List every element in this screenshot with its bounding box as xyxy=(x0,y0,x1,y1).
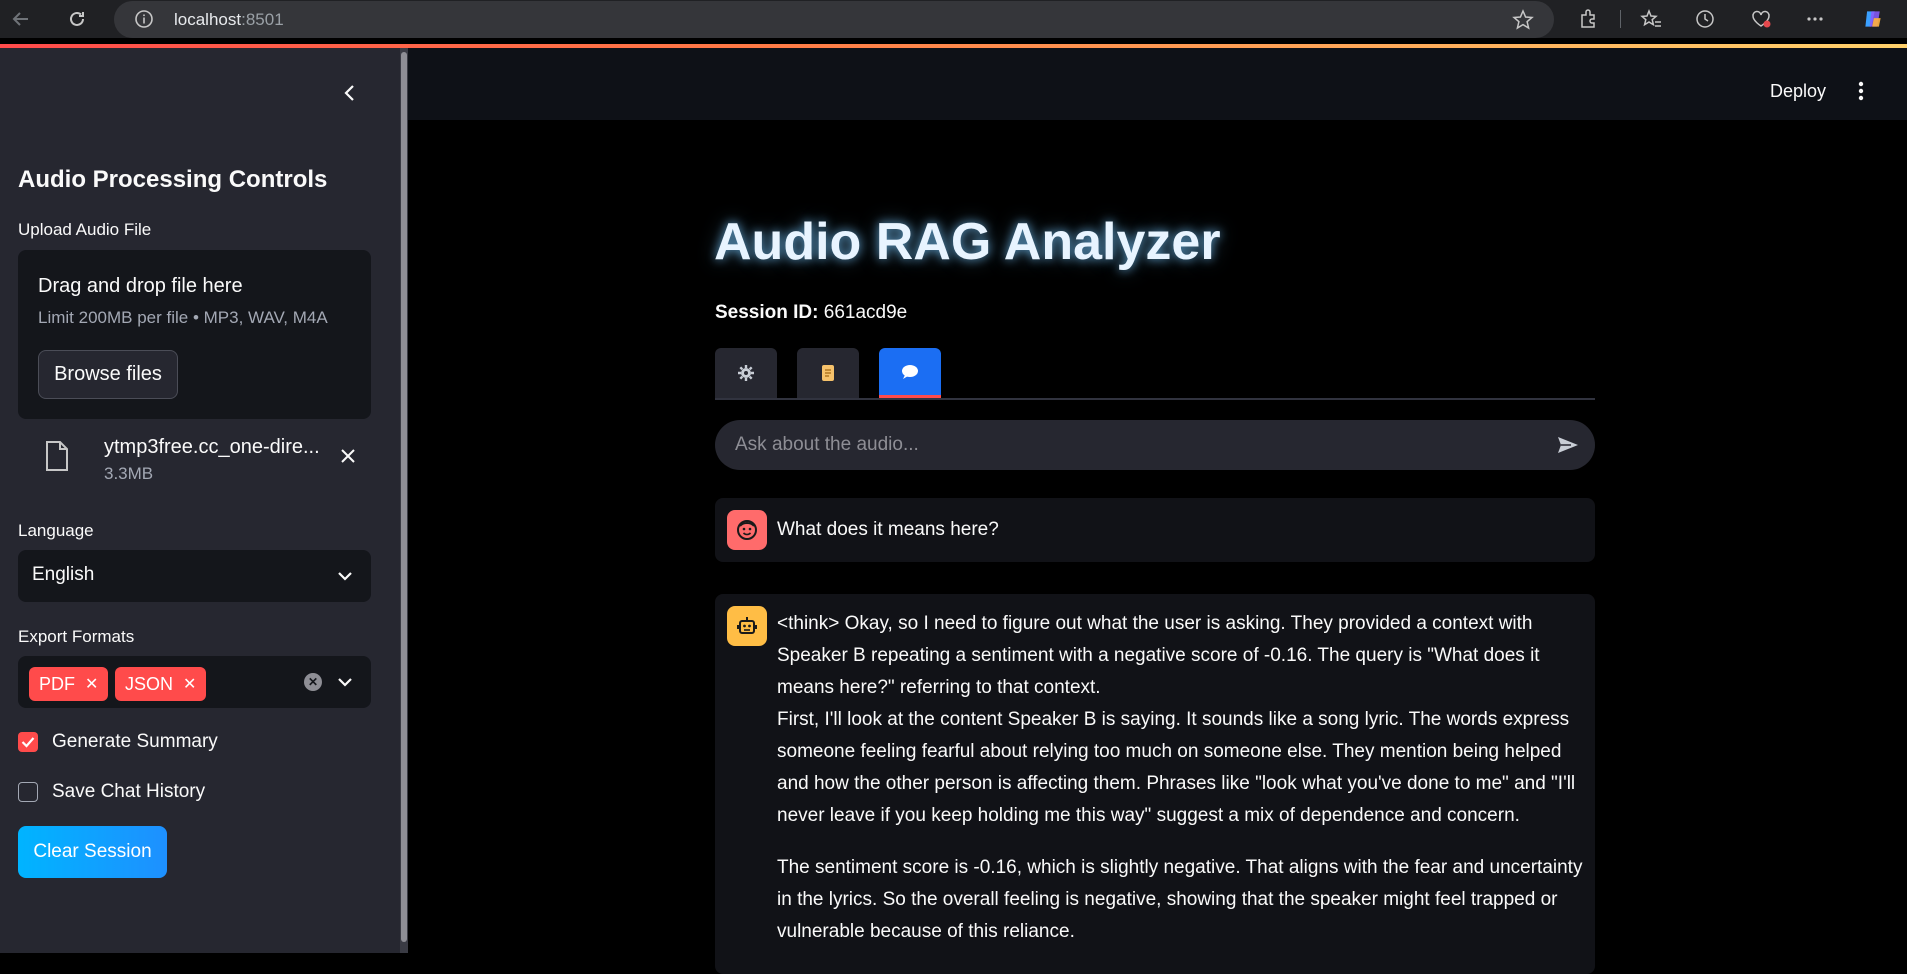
language-label: Language xyxy=(18,521,94,540)
tab-transcript[interactable] xyxy=(797,348,859,398)
reload-icon[interactable] xyxy=(66,8,88,30)
language-select[interactable]: English xyxy=(18,550,371,602)
chat-input[interactable] xyxy=(735,430,1535,460)
message-paragraph: The sentiment score is -0.16, which is s… xyxy=(777,857,1583,942)
speech-bubble-icon xyxy=(902,364,918,379)
browser-toolbar: localhost:8501 xyxy=(0,0,1907,38)
session-value: 661acd9e xyxy=(823,302,908,323)
file-dropzone[interactable]: Drag and drop file here Limit 200MB per … xyxy=(18,250,371,419)
tag-label: PDF xyxy=(39,673,75,694)
sidebar-scrollbar[interactable] xyxy=(400,48,408,953)
clear-session-button[interactable]: Clear Session xyxy=(18,826,167,878)
save-history-label: Save Chat History xyxy=(52,781,206,802)
send-icon xyxy=(1558,437,1578,453)
file-icon xyxy=(44,440,70,472)
more-icon[interactable] xyxy=(1804,8,1826,30)
language-value: English xyxy=(32,564,95,585)
deploy-button[interactable]: Deploy xyxy=(1770,81,1826,102)
site-info-icon[interactable] xyxy=(134,9,154,29)
uploaded-file: ytmp3free.cc_one-dire... 3.3MB xyxy=(18,430,371,490)
save-history-checkbox[interactable]: Save Chat History xyxy=(18,779,205,805)
chevron-down-icon xyxy=(334,565,356,587)
health-heart-icon[interactable] xyxy=(1750,8,1772,30)
message-paragraph: What does it means here? xyxy=(777,519,999,540)
message-paragraph: <think> Okay, so I need to figure out wh… xyxy=(777,613,1540,698)
tab-bar xyxy=(715,348,1595,400)
remove-tag-icon[interactable]: ✕ xyxy=(85,674,98,694)
message-paragraph: First, I'll look at the content Speaker … xyxy=(777,709,1576,826)
favorite-star-icon[interactable] xyxy=(1512,9,1534,31)
tab-chat[interactable] xyxy=(879,348,941,398)
scroll-icon xyxy=(822,365,834,381)
url-text[interactable]: localhost:8501 xyxy=(174,10,284,30)
session-label: Session ID: xyxy=(715,302,819,323)
file-size: 3.3MB xyxy=(104,464,154,483)
send-button[interactable] xyxy=(1555,433,1581,457)
clear-all-icon[interactable]: ✕ xyxy=(304,673,322,691)
generate-summary-label: Generate Summary xyxy=(52,731,218,752)
assistant-message-text: <think> Okay, so I need to figure out wh… xyxy=(777,608,1583,948)
remove-tag-icon[interactable]: ✕ xyxy=(183,674,196,694)
scrollbar-thumb[interactable] xyxy=(401,52,407,942)
checkbox-checked[interactable] xyxy=(18,732,38,752)
page-title: Audio RAG Analyzer xyxy=(714,213,1221,271)
dropzone-limits: Limit 200MB per file • MP3, WAV, M4A xyxy=(38,308,328,327)
main-menu-icon[interactable] xyxy=(1850,78,1872,104)
history-icon[interactable] xyxy=(1694,8,1716,30)
dropzone-title: Drag and drop file here xyxy=(38,275,243,297)
extensions-icon[interactable] xyxy=(1578,8,1600,30)
remove-file-button[interactable] xyxy=(336,444,360,468)
user-message-text: What does it means here? xyxy=(777,514,1583,546)
file-name: ytmp3free.cc_one-dire... xyxy=(104,436,320,458)
user-message: What does it means here? xyxy=(715,498,1595,562)
app-header xyxy=(408,48,1907,120)
tab-settings[interactable] xyxy=(715,348,777,398)
tag-label: JSON xyxy=(125,673,174,694)
user-avatar-icon xyxy=(727,510,767,550)
checkbox-unchecked[interactable] xyxy=(18,782,38,802)
collapse-sidebar-button[interactable] xyxy=(339,82,361,104)
copilot-icon[interactable] xyxy=(1862,8,1884,30)
address-bar[interactable]: localhost:8501 xyxy=(114,1,1554,38)
back-icon[interactable] xyxy=(10,8,32,30)
upload-label: Upload Audio File xyxy=(18,220,152,239)
export-tag-pdf[interactable]: PDF ✕ xyxy=(29,667,109,701)
sidebar-title: Audio Processing Controls xyxy=(18,166,328,193)
chat-input-box[interactable] xyxy=(715,420,1595,470)
session-id: Session ID: 661acd9e xyxy=(715,302,907,324)
checkmark-icon xyxy=(21,737,35,748)
export-formats-multiselect[interactable]: PDF ✕ JSON ✕ ✕ xyxy=(18,656,371,708)
generate-summary-checkbox[interactable]: Generate Summary xyxy=(18,729,218,755)
chevron-down-icon[interactable] xyxy=(334,671,356,693)
close-icon xyxy=(341,449,355,463)
chevron-left-icon xyxy=(344,85,354,101)
robot-avatar-icon xyxy=(727,606,767,646)
export-tag-json[interactable]: JSON ✕ xyxy=(115,667,207,701)
export-label: Export Formats xyxy=(18,627,135,646)
favorites-icon[interactable] xyxy=(1640,8,1662,30)
gear-icon xyxy=(738,365,754,381)
browse-files-button[interactable]: Browse files xyxy=(38,350,178,399)
toolbar-divider xyxy=(1620,10,1621,28)
assistant-message: <think> Okay, so I need to figure out wh… xyxy=(715,594,1595,974)
